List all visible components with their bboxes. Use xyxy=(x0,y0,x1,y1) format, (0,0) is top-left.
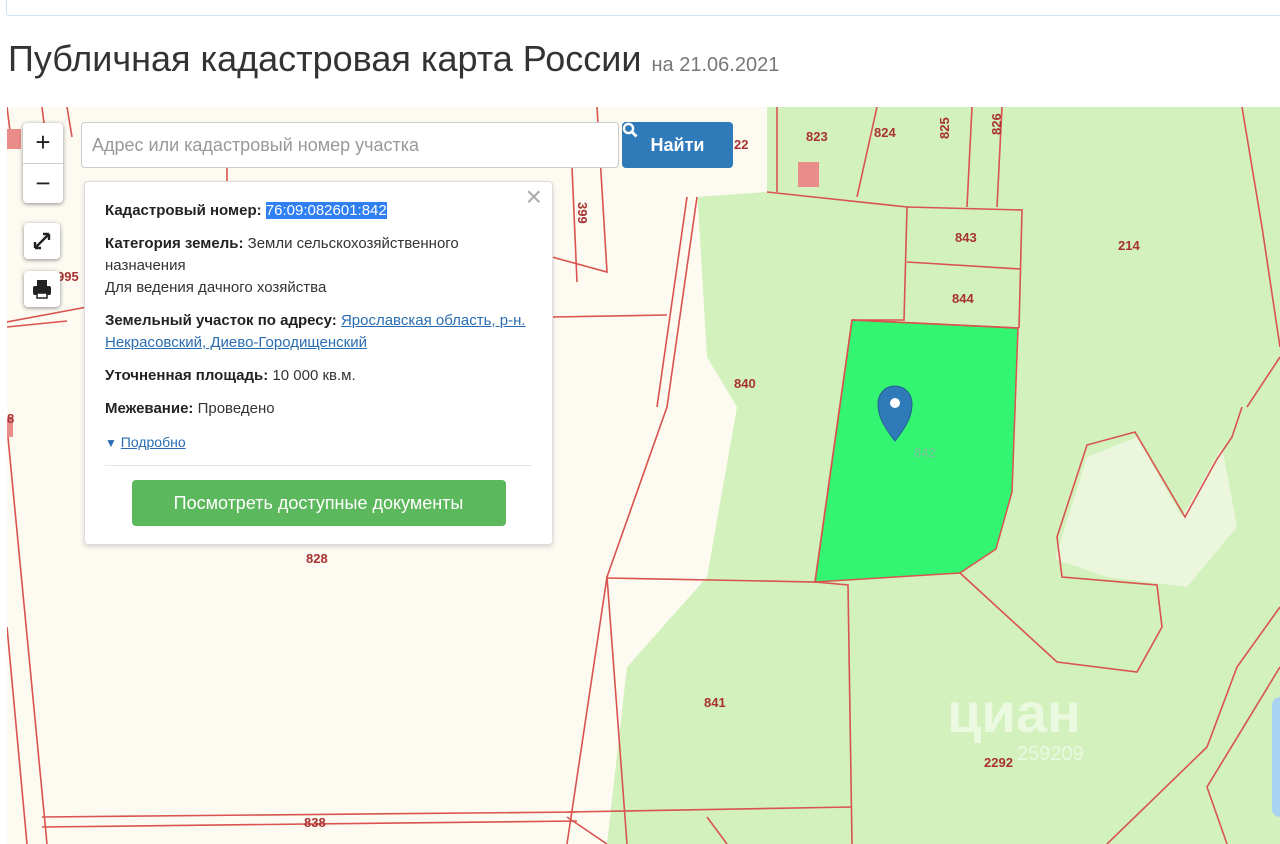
land-category-row: Категория земель: Земли сельскохозяйстве… xyxy=(105,233,532,299)
zoom-in-button[interactable]: + xyxy=(23,123,63,163)
details-toggle[interactable]: ▼ Подробно xyxy=(105,431,532,454)
divider xyxy=(105,465,532,466)
blue-lake xyxy=(1272,697,1280,817)
expand-icon xyxy=(33,232,51,250)
parcel-info-popup: × Кадастровый номер: 76:09:082601:842 Ка… xyxy=(84,181,553,545)
page-title-text: Публичная кадастровая карта России xyxy=(8,38,642,79)
parcel-label: 824 xyxy=(874,125,896,140)
parcel-label: 838 xyxy=(304,815,326,830)
search-button[interactable]: Найти xyxy=(622,122,733,168)
parcel-label: 8 xyxy=(7,411,14,426)
cadastral-number-row: Кадастровый номер: 76:09:082601:842 xyxy=(105,200,532,222)
search-icon xyxy=(622,122,638,138)
parcel-label: 844 xyxy=(952,291,974,306)
cadastral-map[interactable]: 823 824 825 826 843 844 214 840 842 828 … xyxy=(7,107,1280,844)
parcel-label: 2292 xyxy=(984,755,1013,770)
parcel-label: 828 xyxy=(306,551,328,566)
area-value: 10 000 кв.м. xyxy=(272,367,356,384)
cadastral-number-label: Кадастровый номер: xyxy=(105,202,262,219)
area-label: Уточненная площадь: xyxy=(105,367,269,384)
parcel-label: 22 xyxy=(734,137,748,152)
watermark-logo: циан xyxy=(947,681,1081,744)
parcel-label: 826 xyxy=(989,113,1004,135)
survey-value: Проведено xyxy=(197,400,275,417)
watermark-id: 259209 xyxy=(1017,743,1084,765)
parcel-label: 825 xyxy=(937,117,952,139)
parcel-label: 841 xyxy=(704,695,726,710)
parcel-label: 840 xyxy=(734,376,756,391)
parcel-label: 823 xyxy=(806,129,828,144)
caret-down-icon: ▼ xyxy=(105,436,117,450)
area-row: Уточненная площадь: 10 000 кв.м. xyxy=(105,365,532,387)
details-link[interactable]: Подробно xyxy=(121,434,186,450)
search-button-label: Найти xyxy=(650,134,705,155)
print-icon xyxy=(33,280,51,299)
parcel-label: 843 xyxy=(955,230,977,245)
fullscreen-button[interactable] xyxy=(24,223,60,259)
address-label: Земельный участок по адресу: xyxy=(105,312,337,329)
close-icon[interactable]: × xyxy=(526,183,542,211)
parcel-label: 399 xyxy=(575,202,590,224)
address-row: Земельный участок по адресу: Ярославская… xyxy=(105,310,532,354)
parcel-label: 842 xyxy=(914,445,936,460)
search-input[interactable] xyxy=(81,122,619,168)
building xyxy=(798,162,819,187)
page-title: Публичная кадастровая карта России на 21… xyxy=(8,38,779,80)
zoom-out-button[interactable]: − xyxy=(23,163,63,204)
cadastral-number-value[interactable]: 76:09:082601:842 xyxy=(265,202,387,219)
top-bar xyxy=(6,0,1280,16)
parcel-label: 995 xyxy=(57,269,79,284)
zoom-control: + − xyxy=(23,123,63,203)
building xyxy=(7,129,21,149)
land-use-value: Для ведения дачного хозяйства xyxy=(105,279,327,296)
view-documents-button[interactable]: Посмотреть доступные документы xyxy=(131,480,506,526)
parcel-label: 214 xyxy=(1118,238,1140,253)
map-date: на 21.06.2021 xyxy=(651,54,780,76)
land-category-label: Категория земель: xyxy=(105,235,244,252)
survey-row: Межевание: Проведено xyxy=(105,398,532,420)
print-button[interactable] xyxy=(24,271,60,307)
survey-label: Межевание: xyxy=(105,400,194,417)
